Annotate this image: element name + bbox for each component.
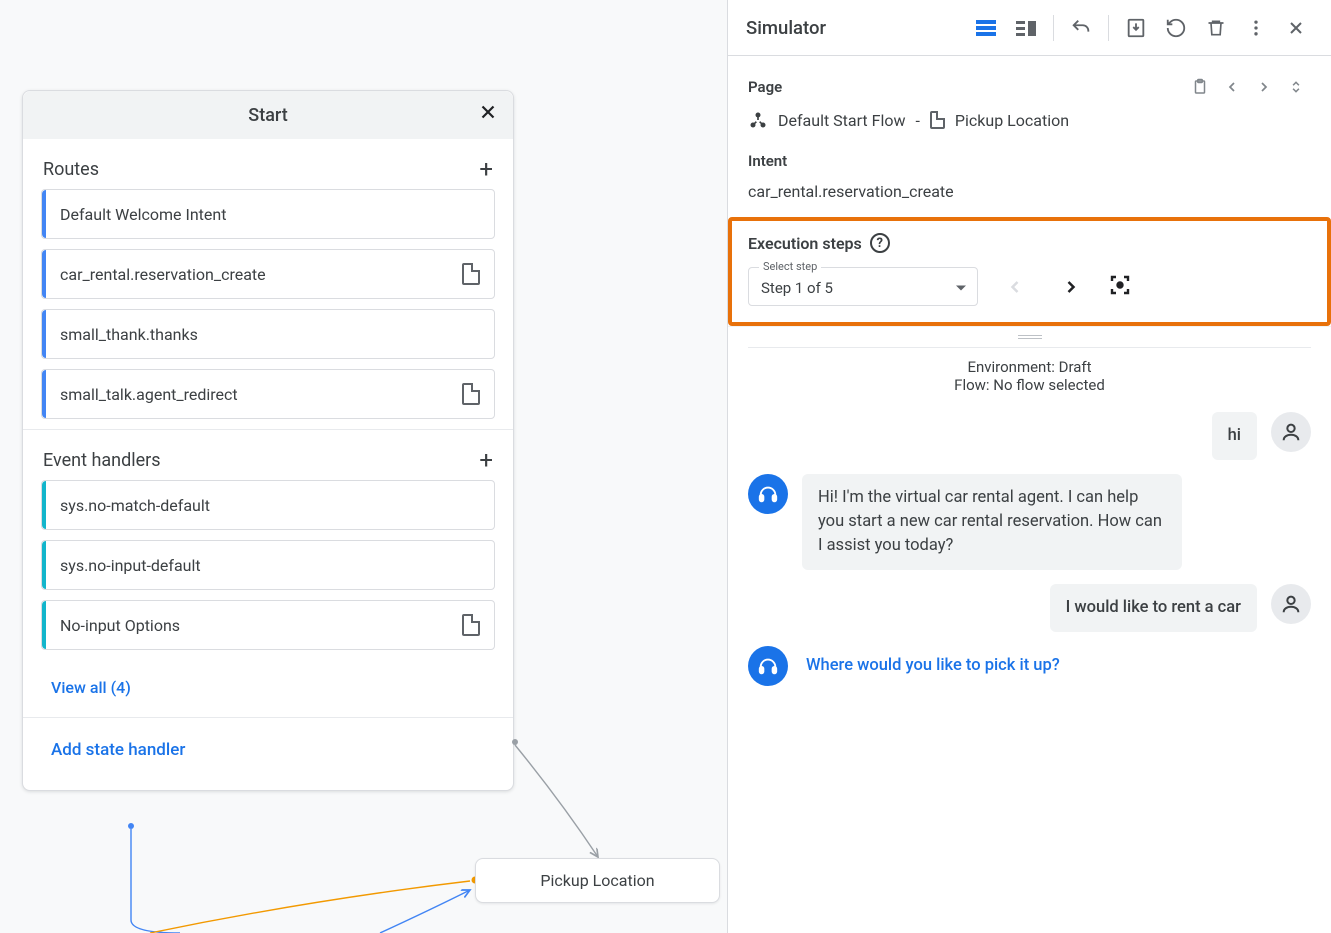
toolbar-separator — [1053, 15, 1054, 41]
intent-value: car_rental.reservation_create — [748, 178, 1311, 205]
chat-message-bot: Hi! I'm the virtual car rental agent. I … — [748, 474, 1311, 570]
step-select-value: Step 1 of 5 — [761, 279, 833, 297]
route-item[interactable]: car_rental.reservation_create — [41, 249, 495, 299]
event-handler-item[interactable]: sys.no-input-default — [41, 540, 495, 590]
intent-section: Intent car_rental.reservation_create — [728, 136, 1331, 211]
breadcrumb-separator: - — [916, 111, 920, 130]
breadcrumb-page[interactable]: Pickup Location — [955, 111, 1069, 130]
simulator-title: Simulator — [746, 17, 826, 39]
toolbar-separator — [1108, 15, 1109, 41]
page-section-label: Page — [748, 78, 782, 96]
event-handler-item[interactable]: No-input Options — [41, 600, 495, 650]
chat-bubble: hi — [1212, 412, 1257, 460]
drag-handle[interactable] — [728, 326, 1331, 347]
bot-avatar-icon — [748, 646, 788, 686]
help-icon[interactable]: ? — [870, 233, 890, 253]
next-page-icon[interactable] — [1249, 72, 1279, 102]
step-next-icon[interactable] — [1052, 268, 1090, 306]
environment-line: Environment: Draft — [748, 358, 1311, 376]
view-full-icon[interactable] — [969, 11, 1003, 45]
event-handlers-list: sys.no-match-default sys.no-input-defaul… — [23, 480, 513, 650]
page-icon — [462, 614, 480, 636]
bot-avatar-icon — [748, 474, 788, 514]
breadcrumb-flow[interactable]: Default Start Flow — [778, 111, 906, 130]
simulator-toolbar — [969, 11, 1313, 45]
execution-steps-label: Execution steps — [748, 234, 862, 253]
route-label: car_rental.reservation_create — [60, 265, 266, 284]
step-select-label: Select step — [759, 260, 821, 273]
event-handler-label: sys.no-match-default — [60, 496, 210, 515]
clipboard-icon[interactable] — [1185, 72, 1215, 102]
step-select-dropdown[interactable]: Select step Step 1 of 5 — [748, 267, 978, 306]
event-handlers-label: Event handlers — [43, 450, 161, 471]
more-vert-icon[interactable] — [1239, 11, 1273, 45]
simulator-body: Page — [728, 56, 1331, 933]
step-prev-icon — [996, 268, 1034, 306]
page-icon — [462, 263, 480, 285]
routes-list: Default Welcome Intent car_rental.reserv… — [23, 189, 513, 419]
event-handlers-section-header: Event handlers + — [23, 430, 513, 480]
center-focus-icon[interactable] — [1108, 273, 1132, 301]
pickup-node-label: Pickup Location — [540, 871, 654, 890]
route-item[interactable]: Default Welcome Intent — [41, 189, 495, 239]
chat-message-user: I would like to rent a car — [748, 584, 1311, 632]
chat-bubble: I would like to rent a car — [1050, 584, 1257, 632]
save-download-icon[interactable] — [1119, 11, 1153, 45]
chat-message-bot: Where would you like to pick it up? — [748, 646, 1311, 686]
start-panel-title: Start — [248, 105, 287, 126]
view-all-link[interactable]: View all (4) — [23, 660, 513, 707]
execution-steps-box: Execution steps ? Select step Step 1 of … — [728, 217, 1331, 326]
routes-label: Routes — [43, 159, 99, 180]
event-handler-label: sys.no-input-default — [60, 556, 201, 575]
route-label: small_talk.agent_redirect — [60, 385, 238, 404]
replay-icon[interactable] — [1159, 11, 1193, 45]
page-icon — [462, 383, 480, 405]
add-event-handler-icon[interactable]: + — [479, 448, 493, 472]
close-icon[interactable] — [477, 101, 499, 128]
view-split-icon[interactable] — [1009, 11, 1043, 45]
page-icon — [930, 111, 945, 129]
simulator-header: Simulator — [728, 0, 1331, 56]
flow-line: Flow: No flow selected — [748, 376, 1311, 394]
event-handler-item[interactable]: sys.no-match-default — [41, 480, 495, 530]
page-section: Page — [728, 56, 1331, 136]
user-avatar-icon — [1271, 412, 1311, 452]
delete-icon[interactable] — [1199, 11, 1233, 45]
intent-section-label: Intent — [748, 152, 787, 170]
routes-section-header: Routes + — [23, 139, 513, 189]
user-avatar-icon — [1271, 584, 1311, 624]
start-node-panel: Start Routes + Default Welcome Intent ca… — [22, 90, 514, 791]
chat-bubble[interactable]: Where would you like to pick it up? — [802, 646, 1064, 686]
simulator-panel: Simulator — [727, 0, 1331, 933]
start-panel-header: Start — [23, 91, 513, 139]
chat-message-user: hi — [748, 412, 1311, 460]
route-item[interactable]: small_talk.agent_redirect — [41, 369, 495, 419]
route-item[interactable]: small_thank.thanks — [41, 309, 495, 359]
dropdown-arrow-icon — [955, 277, 967, 296]
add-state-handler-link[interactable]: Add state handler — [23, 718, 513, 790]
page-breadcrumb: Default Start Flow - Pickup Location — [748, 110, 1311, 130]
route-label: small_thank.thanks — [60, 325, 198, 344]
add-route-icon[interactable]: + — [479, 157, 493, 181]
collapse-icon[interactable] — [1281, 72, 1311, 102]
environment-info: Environment: Draft Flow: No flow selecte… — [748, 347, 1311, 412]
chat-bubble: Hi! I'm the virtual car rental agent. I … — [802, 474, 1182, 570]
event-handler-label: No-input Options — [60, 616, 180, 635]
route-label: Default Welcome Intent — [60, 205, 226, 224]
chat-transcript: hi Hi! I'm the virtual car rental agent.… — [728, 412, 1331, 686]
undo-icon[interactable] — [1064, 11, 1098, 45]
pickup-location-node[interactable]: Pickup Location — [475, 858, 720, 903]
flow-icon — [748, 110, 768, 130]
close-simulator-icon[interactable] — [1279, 11, 1313, 45]
prev-page-icon[interactable] — [1217, 72, 1247, 102]
